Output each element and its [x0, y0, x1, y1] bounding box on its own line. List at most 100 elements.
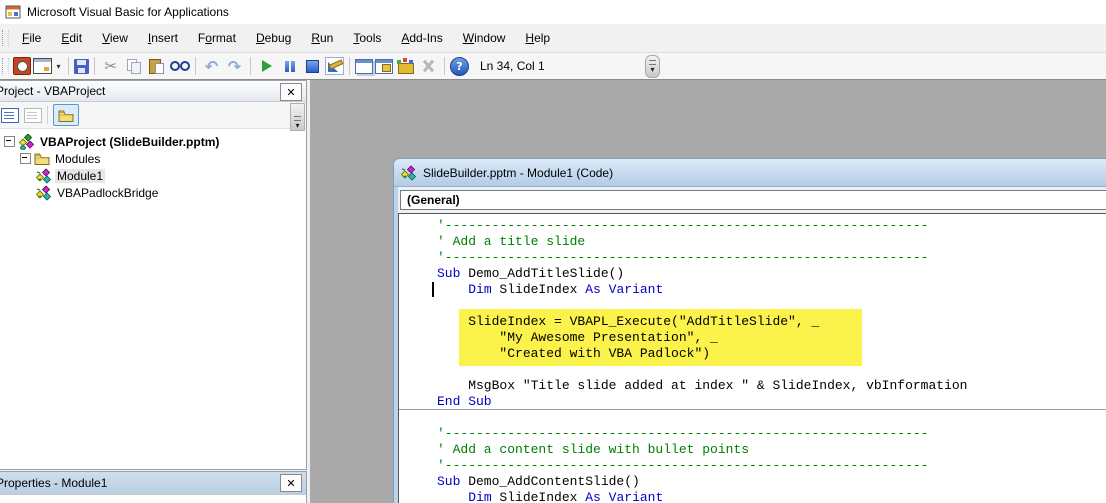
- properties-panel-close-icon[interactable]: [280, 474, 302, 492]
- code-window-title: SlideBuilder.pptm - Module1 (Code): [423, 165, 614, 180]
- menu-edit[interactable]: Edit: [51, 26, 92, 50]
- code-line[interactable]: Sub Demo_AddTitleSlide(): [437, 266, 1106, 282]
- left-dock: Project - VBAProject VBAP: [0, 80, 310, 503]
- code-line[interactable]: "Created with VBA Padlock"): [437, 346, 1106, 362]
- menu-addins[interactable]: Add-Ins: [391, 26, 452, 50]
- cut-icon[interactable]: [100, 56, 121, 77]
- toolbar-overflow-icon[interactable]: [645, 55, 660, 78]
- menu-bar: File Edit View Insert Format Debug Run Tools Add…: [0, 24, 1106, 52]
- mdi-background: Project - VBAProject VBAP: [0, 79, 1106, 503]
- code-line[interactable]: Sub Demo_AddContentSlide(): [437, 474, 1106, 490]
- tree-item-modules-folder[interactable]: Modules: [0, 150, 306, 167]
- break-icon[interactable]: [279, 56, 300, 77]
- menu-insert[interactable]: Insert: [138, 26, 188, 50]
- redo-icon[interactable]: [224, 56, 245, 77]
- code-line[interactable]: SlideIndex = VBAPL_Execute("AddTitleSlid…: [437, 314, 1106, 330]
- menu-run[interactable]: Run: [301, 26, 343, 50]
- code-line[interactable]: '---------------------------------------…: [437, 250, 1106, 266]
- code-line[interactable]: Dim SlideIndex As Variant: [437, 282, 1106, 298]
- menu-tools[interactable]: Tools: [343, 26, 391, 50]
- code-window-title-bar[interactable]: SlideBuilder.pptm - Module1 (Code): [394, 159, 1106, 187]
- module-icon: [401, 164, 417, 181]
- project-explorer-icon[interactable]: [355, 58, 373, 74]
- dropdown-arrow-icon[interactable]: [53, 56, 64, 76]
- code-line[interactable]: MsgBox "Title slide added at index " & S…: [437, 378, 1106, 394]
- project-panel-title-bar: Project - VBAProject: [0, 81, 306, 102]
- window-title: Microsoft Visual Basic for Applications: [27, 5, 229, 19]
- code-line[interactable]: End Sub: [437, 394, 1106, 410]
- code-line[interactable]: '---------------------------------------…: [437, 458, 1106, 474]
- folder-icon: [58, 109, 74, 122]
- project-panel-toolbar: [0, 102, 306, 131]
- menubar-grip[interactable]: [2, 30, 9, 46]
- toolbar-grip[interactable]: [2, 58, 9, 74]
- toggle-folders-button[interactable]: [53, 104, 79, 126]
- code-line[interactable]: '---------------------------------------…: [437, 218, 1106, 234]
- save-icon[interactable]: [74, 58, 89, 74]
- project-panel-close-icon[interactable]: [280, 83, 302, 101]
- toolbar-separator: [349, 57, 350, 75]
- tree-item-module1[interactable]: Module1: [0, 167, 306, 184]
- toolbar-separator: [68, 57, 69, 75]
- help-icon[interactable]: [450, 56, 469, 76]
- code-line[interactable]: [437, 298, 1106, 314]
- menu-view[interactable]: View: [92, 26, 138, 50]
- properties-panel-body: [0, 495, 306, 503]
- toolbar-separator: [195, 57, 196, 75]
- menu-help[interactable]: Help: [515, 26, 560, 50]
- paste-icon[interactable]: [146, 56, 167, 77]
- project-icon: [18, 133, 35, 150]
- host-app-icon[interactable]: [13, 57, 31, 75]
- menu-window[interactable]: Window: [453, 26, 516, 50]
- standard-toolbar: Ln 34, Col 1: [0, 52, 1106, 80]
- tree-item-vbaproject[interactable]: VBAProject (SlideBuilder.pptm): [0, 133, 306, 150]
- view-code-icon[interactable]: [1, 107, 19, 123]
- object-browser-icon[interactable]: [395, 56, 416, 77]
- properties-panel-title: Properties - Module1: [0, 476, 108, 490]
- project-panel-title: Project - VBAProject: [0, 84, 106, 98]
- toolbox-icon[interactable]: [418, 56, 439, 77]
- code-line[interactable]: ' Add a content slide with bullet points: [437, 442, 1106, 458]
- menu-file[interactable]: File: [12, 26, 51, 50]
- undo-icon[interactable]: [201, 56, 222, 77]
- object-dropdown[interactable]: (General): [400, 190, 1106, 210]
- folder-icon: [34, 152, 50, 165]
- run-icon[interactable]: [256, 56, 277, 77]
- find-icon[interactable]: [169, 56, 190, 77]
- title-bar: Microsoft Visual Basic for Applications: [0, 0, 1106, 24]
- menu-debug[interactable]: Debug: [246, 26, 301, 50]
- toolbar-separator: [250, 57, 251, 75]
- project-tree: VBAProject (SlideBuilder.pptm) Modules M…: [0, 129, 306, 201]
- code-line[interactable]: [437, 362, 1106, 378]
- project-explorer-panel: Project - VBAProject VBAP: [0, 80, 307, 470]
- vba-editor-window: Microsoft Visual Basic for Applications …: [0, 0, 1106, 503]
- copy-icon[interactable]: [123, 56, 144, 77]
- tree-item-vbapadlockbridge[interactable]: VBAPadlockBridge: [0, 184, 306, 201]
- code-line[interactable]: '---------------------------------------…: [437, 426, 1106, 442]
- properties-panel-title-bar: Properties - Module1: [0, 472, 306, 495]
- properties-window-icon[interactable]: [375, 58, 393, 74]
- properties-panel: Properties - Module1: [0, 471, 307, 503]
- design-mode-icon[interactable]: [325, 57, 344, 75]
- view-object-icon[interactable]: [24, 107, 42, 123]
- reset-icon[interactable]: [302, 56, 323, 77]
- code-line[interactable]: [437, 410, 1106, 426]
- collapse-icon[interactable]: [20, 153, 31, 164]
- toolbar-separator: [47, 106, 48, 124]
- project-toolbar-overflow-icon[interactable]: [290, 103, 305, 131]
- combo-row: (General): [398, 187, 1106, 213]
- text-caret: [432, 282, 434, 297]
- insert-userform-icon[interactable]: [33, 58, 52, 74]
- collapse-icon[interactable]: [4, 136, 15, 147]
- menu-format[interactable]: Format: [188, 26, 246, 50]
- line-col-indicator: Ln 34, Col 1: [480, 59, 545, 73]
- toolbar-separator: [444, 57, 445, 75]
- code-line[interactable]: Dim SlideIndex As Variant: [437, 490, 1106, 503]
- module-icon: [36, 167, 52, 184]
- code-line[interactable]: ' Add a title slide: [437, 234, 1106, 250]
- app-icon: [5, 4, 21, 20]
- module-icon: [36, 184, 52, 201]
- code-line[interactable]: "My Awesome Presentation", _: [437, 330, 1106, 346]
- code-editor[interactable]: '---------------------------------------…: [398, 213, 1106, 503]
- code-window: SlideBuilder.pptm - Module1 (Code) (Gene…: [393, 158, 1106, 503]
